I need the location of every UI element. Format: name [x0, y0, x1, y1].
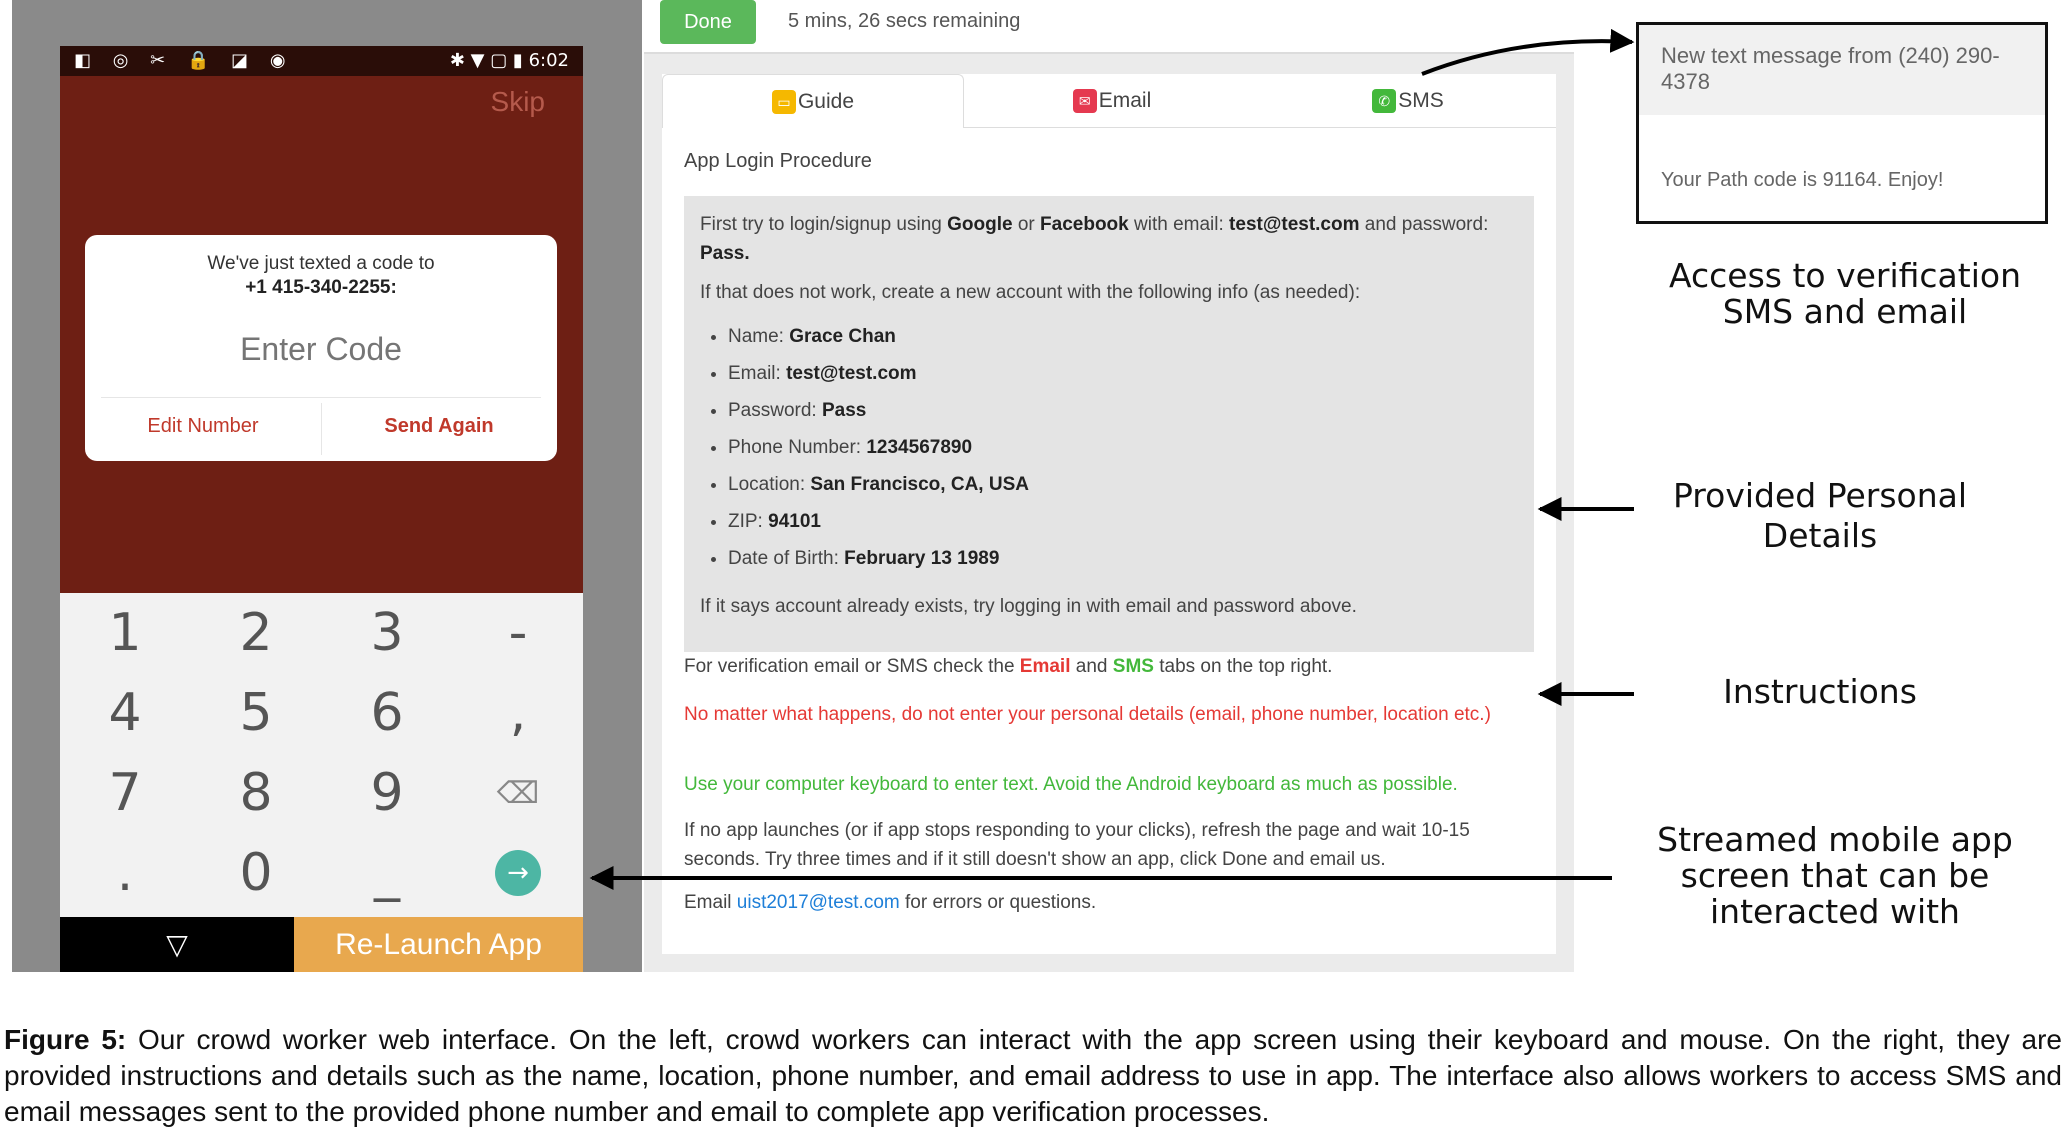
- figure-caption: Figure 5: Our crowd worker web interface…: [4, 1022, 2062, 1130]
- annotation-instructions: Instructions: [1723, 672, 1917, 711]
- annotation-personal-details: Provided Personal Details: [1672, 476, 1968, 555]
- annotation-access: Access to verification SMS and email: [1668, 256, 2021, 331]
- caption-text: Our crowd worker web interface. On the l…: [4, 1024, 2062, 1127]
- caption-label: Figure 5:: [4, 1024, 127, 1055]
- annotation-arrows: [589, 28, 1635, 890]
- annotation-streamed-screen: Streamed mobile app screen that can be i…: [1657, 820, 2013, 931]
- arrow-to-sms: [1421, 28, 1635, 76]
